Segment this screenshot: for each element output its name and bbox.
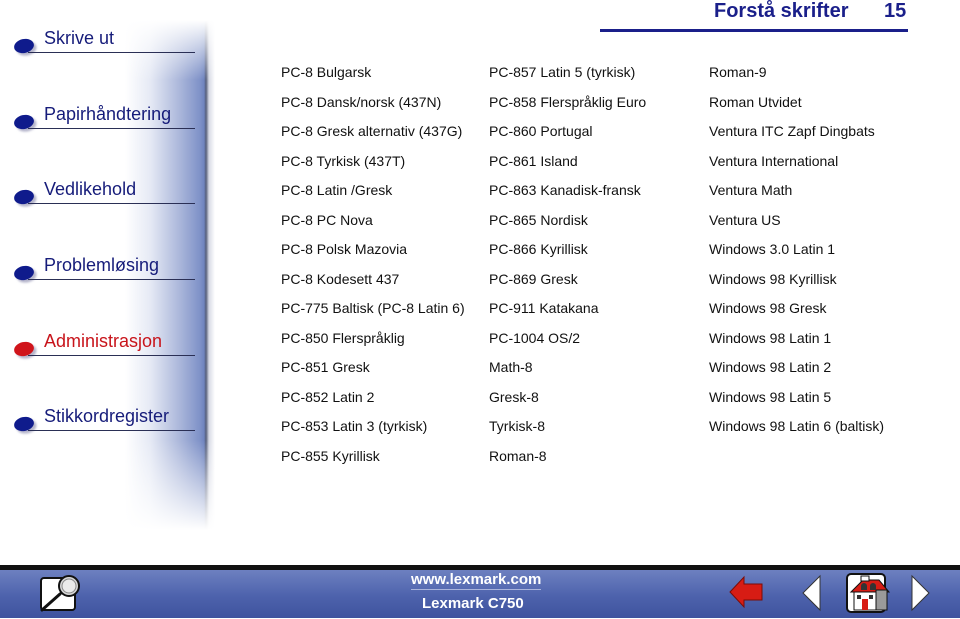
symbol-set-entry: PC-869 Gresk <box>489 270 578 287</box>
symbol-set-entry: PC-8 PC Nova <box>281 211 373 228</box>
back-button[interactable] <box>728 574 764 610</box>
sidebar-fade-bottom <box>0 440 215 540</box>
header-rule <box>600 29 908 32</box>
symbol-set-entry: Ventura Math <box>709 182 793 198</box>
symbol-set-column-2: PC-857 Latin 5 (tyrkisk) PC-858 Flerspråk… <box>489 62 646 475</box>
symbol-set-entry: PC-851 Gresk <box>281 359 370 375</box>
symbol-set-column-1: PC-8 Bulgarsk PC-8 Dansk/norsk (437N) PC-8… <box>281 62 465 475</box>
symbol-set-entry: PC-860 Portugal <box>489 123 593 139</box>
symbol-set-entry: Roman-8 <box>489 447 547 464</box>
red-back-arrow-icon <box>729 575 763 609</box>
symbol-set-entry: PC-8 Tyrkisk (437T) <box>281 152 406 169</box>
sidebar-item-problemlosing[interactable]: Problemløsing <box>12 251 195 285</box>
symbol-set-entry: PC-858 Flerspråklig Euro <box>489 93 647 110</box>
symbol-set-entry: PC-850 Flerspråklig <box>281 329 405 346</box>
symbol-set-entry: Ventura International <box>709 152 839 169</box>
sidebar-item-vedlikehold[interactable]: Vedlikehold <box>12 175 195 209</box>
symbol-set-entry: Ventura ITC Zapf Dingbats <box>709 123 875 139</box>
symbol-set-entry: PC-865 Nordisk <box>489 211 588 228</box>
sidebar-item-label: Skrive ut <box>44 28 115 48</box>
home-house-icon <box>846 573 891 613</box>
symbol-set-entry: Math-8 <box>489 359 533 375</box>
symbol-set-entry: Windows 3.0 Latin 1 <box>709 241 836 257</box>
previous-page-triangle-icon <box>802 574 821 612</box>
symbol-set-entry: Windows 98 Latin 6 (baltisk) <box>709 418 885 434</box>
underline <box>28 430 195 431</box>
symbol-set-entry: Roman Utvidet <box>709 93 802 110</box>
magnifier-search-icon <box>40 575 80 612</box>
symbol-set-entry: PC-853 Latin 3 (tyrkisk) <box>281 418 428 434</box>
symbol-set-entry: PC-866 Kyrillisk <box>489 241 588 257</box>
symbol-set-entry: Roman-9 <box>709 64 767 80</box>
symbol-set-entry: Windows 98 Latin 2 <box>709 359 832 375</box>
symbol-set-entry: PC-911 Katakana <box>489 300 599 316</box>
next-page-button[interactable] <box>908 574 932 612</box>
page-title: Forstå skrifter <box>714 0 849 22</box>
sidebar-item-administrasjon[interactable]: Administrasjon <box>12 327 195 361</box>
symbol-set-entry: PC-8 Dansk/norsk (437N) <box>281 93 442 110</box>
sidebar-item-stikkordregister[interactable]: Stikkordregister <box>12 402 195 436</box>
sidebar-item-skrive-ut[interactable]: Skrive ut <box>12 24 195 58</box>
search-button[interactable] <box>38 572 86 614</box>
symbol-set-entry: PC-8 Bulgarsk <box>281 64 372 80</box>
symbol-set-entry: Ventura US <box>709 211 781 228</box>
symbol-set-entry: Windows 98 Kyrillisk <box>709 270 837 287</box>
underline <box>28 279 195 280</box>
sidebar-item-papirhandtering[interactable]: Papirhåndtering <box>12 100 195 134</box>
sidebar-item-label: Problemløsing <box>44 255 160 275</box>
symbol-set-column-3: Roman-9 Roman Utvidet Ventura ITC Zapf Din… <box>709 62 884 446</box>
footer-bar: www.lexmark.com Lexmark C750 <box>0 570 960 618</box>
home-button[interactable] <box>845 572 893 614</box>
underline <box>28 203 195 204</box>
symbol-set-entry: PC-1004 OS/2 <box>489 329 581 346</box>
previous-page-button[interactable] <box>800 574 824 612</box>
symbol-set-entry: PC-855 Kyrillisk <box>281 447 380 464</box>
next-page-triangle-icon <box>911 574 930 612</box>
symbol-set-entry: Windows 98 Latin 1 <box>709 329 832 346</box>
symbol-set-entry: PC-863 Kanadisk-fransk <box>489 182 641 198</box>
underline <box>28 128 195 129</box>
sidebar-item-label: Stikkordregister <box>44 406 170 426</box>
symbol-set-entry: PC-857 Latin 5 (tyrkisk) <box>489 64 636 80</box>
symbol-set-entry: Gresk-8 <box>489 388 539 405</box>
symbol-set-entry: PC-861 Island <box>489 152 578 169</box>
symbol-set-entry: PC-8 Kodesett 437 <box>281 270 400 287</box>
symbol-set-entry: PC-8 Latin /Gresk <box>281 182 393 198</box>
symbol-set-entry: PC-8 Gresk alternativ (437G) <box>281 123 463 139</box>
symbol-set-entry: PC-775 Baltisk (PC-8 Latin 6) <box>281 300 465 316</box>
sidebar-item-label: Vedlikehold <box>44 179 137 199</box>
symbol-set-entry: PC-852 Latin 2 <box>281 388 375 405</box>
underline <box>28 355 195 356</box>
sidebar-item-label: Administrasjon <box>44 331 163 351</box>
product-name: Lexmark C750 <box>422 595 524 612</box>
symbol-set-entry: Windows 98 Gresk <box>709 300 827 316</box>
symbol-set-entry: Tyrkisk-8 <box>489 418 545 434</box>
symbol-set-entry: Windows 98 Latin 5 <box>709 388 832 405</box>
lexmark-url-link[interactable]: www.lexmark.com <box>411 571 542 590</box>
underline <box>28 52 195 53</box>
page-number: 15 <box>884 0 907 22</box>
symbol-set-entry: PC-8 Polsk Mazovia <box>281 241 408 257</box>
sidebar-item-label: Papirhåndtering <box>44 104 172 124</box>
